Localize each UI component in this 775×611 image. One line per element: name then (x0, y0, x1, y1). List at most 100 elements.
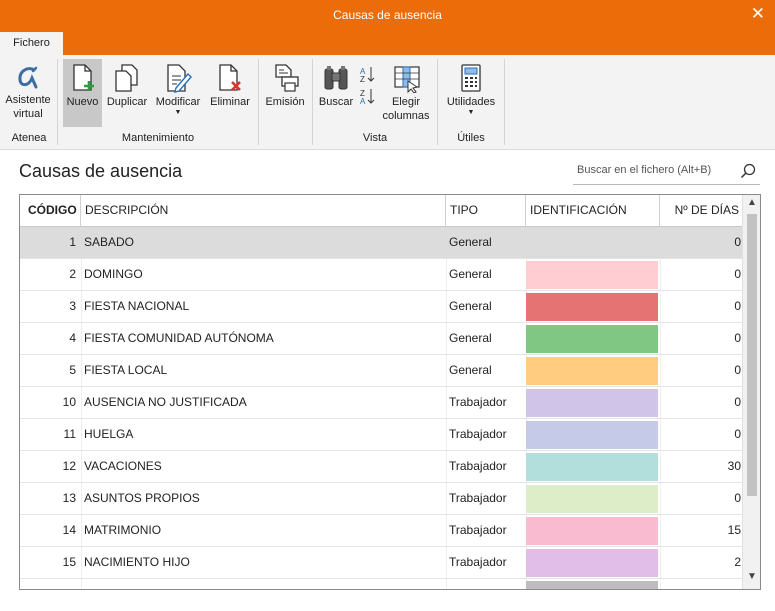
svg-text:A: A (360, 97, 366, 106)
identification-color-swatch (526, 549, 658, 577)
cell-tipo: General (449, 235, 492, 249)
cell-dias: 0 (734, 331, 741, 345)
cell-descripcion: ASUNTOS PROPIOS (84, 491, 200, 505)
cell-dias: 0 (734, 363, 741, 377)
table-row[interactable]: 1 SABADO General 0 (20, 227, 742, 259)
column-header-identificacion[interactable]: IDENTIFICACIÓN (526, 195, 660, 226)
data-grid: CÓDIGO DESCRIPCIÓN TIPO IDENTIFICACIÓN N… (19, 194, 761, 590)
cell-descripcion: DOMINGO (84, 267, 143, 281)
table-row[interactable]: 13 ASUNTOS PROPIOS Trabajador 0 (20, 483, 742, 515)
cell-descripcion: MATRIMONIO (84, 523, 162, 537)
table-header: CÓDIGO DESCRIPCIÓN TIPO IDENTIFICACIÓN N… (20, 195, 742, 227)
vertical-scrollbar[interactable]: ▲ ▼ (742, 195, 760, 589)
duplicar-button[interactable]: Duplicar (104, 59, 150, 127)
cell-codigo: 13 (62, 491, 76, 505)
table-row[interactable]: 4 FIESTA COMUNIDAD AUTÓNOMA General 0 (20, 323, 742, 355)
modificar-button[interactable]: Modificar ▼ (152, 59, 204, 127)
cell-descripcion: FIESTA COMUNIDAD AUTÓNOMA (84, 331, 274, 345)
table-row[interactable]: 10 AUSENCIA NO JUSTIFICADA Trabajador 0 (20, 387, 742, 419)
identification-color-swatch (526, 453, 658, 481)
cell-codigo: 5 (69, 363, 76, 377)
delete-document-icon (219, 64, 241, 91)
sort-icon: A Z Z A (360, 67, 375, 106)
search-box (573, 160, 760, 185)
cell-dias: 0 (734, 267, 741, 281)
table-row[interactable]: 12 VACACIONES Trabajador 30 (20, 451, 742, 483)
group-separator (312, 59, 313, 145)
asistente-line2: virtual (13, 108, 43, 120)
identification-color-swatch (526, 357, 658, 385)
cell-descripcion: HUELGA (84, 427, 134, 441)
edit-document-icon (167, 64, 192, 93)
table-body: 1 SABADO General 0 2 DOMINGO General 0 3 FIESTA N… (20, 227, 742, 589)
cell-tipo: General (449, 331, 492, 345)
identification-color-swatch (526, 293, 658, 321)
identification-color-swatch (526, 581, 658, 589)
table-row[interactable]: 2 DOMINGO General 0 (20, 259, 742, 291)
group-label-atenea: Atenea (11, 132, 47, 144)
cell-descripcion: NACIMIENTO HIJO (84, 555, 190, 569)
identification-color-swatch (526, 421, 658, 449)
column-header-tipo[interactable]: TIPO (446, 195, 526, 226)
sort-button[interactable]: A Z Z A (356, 59, 378, 127)
column-header-descripcion[interactable]: DESCRIPCIÓN (81, 195, 446, 226)
column-header-codigo[interactable]: CÓDIGO (20, 195, 81, 226)
cell-codigo: 4 (69, 331, 76, 345)
table-row[interactable]: 3 FIESTA NACIONAL General 0 (20, 291, 742, 323)
close-icon[interactable]: ✕ (751, 4, 765, 24)
scroll-up-icon[interactable]: ▲ (743, 197, 760, 213)
asistente-virtual-button[interactable]: Asistente virtual (2, 59, 54, 127)
search-input[interactable] (577, 164, 727, 176)
search-icon[interactable] (740, 163, 756, 179)
nuevo-button[interactable]: Nuevo (63, 59, 102, 127)
table-row[interactable]: 14 MATRIMONIO Trabajador 15 (20, 515, 742, 547)
buscar-button[interactable]: Buscar (316, 59, 356, 127)
svg-text:Z: Z (360, 75, 365, 84)
eliminar-button[interactable]: Eliminar (206, 59, 254, 127)
utilidades-dropdown-icon: ▼ (467, 109, 475, 116)
cell-codigo: 10 (62, 395, 76, 409)
atenea-alpha-icon (18, 66, 38, 89)
tab-fichero[interactable]: Fichero (0, 32, 63, 55)
identification-color-swatch (526, 229, 658, 257)
scrollbar-thumb[interactable] (747, 214, 757, 496)
table-row[interactable] (20, 579, 742, 589)
cell-codigo: 2 (69, 267, 76, 281)
modificar-dropdown-icon: ▼ (174, 109, 182, 116)
elegir-line1: Elegir (391, 96, 421, 108)
emision-button[interactable]: Emisión (262, 59, 308, 127)
cell-dias: 0 (734, 491, 741, 505)
scroll-down-icon[interactable]: ▼ (743, 571, 760, 587)
identification-color-swatch (526, 485, 658, 513)
emision-label: Emisión (265, 96, 305, 108)
cell-tipo: General (449, 299, 492, 313)
ribbon-tab-bar: Fichero (0, 32, 775, 55)
table-row[interactable]: 5 FIESTA LOCAL General 0 (20, 355, 742, 387)
table-row[interactable]: 11 HUELGA Trabajador 0 (20, 419, 742, 451)
elegir-columnas-button[interactable]: Elegir columnas (380, 59, 432, 127)
columns-icon (394, 66, 420, 93)
cell-tipo: General (449, 363, 492, 377)
table-row[interactable]: 15 NACIMIENTO HIJO Trabajador 2 (20, 547, 742, 579)
cell-codigo: 12 (62, 459, 76, 473)
group-separator (437, 59, 438, 145)
identification-color-swatch (526, 261, 658, 289)
utilidades-button[interactable]: Utilidades ▼ (442, 59, 500, 127)
cell-tipo: Trabajador (449, 555, 507, 569)
cell-codigo: 15 (62, 555, 76, 569)
cell-dias: 2 (734, 555, 741, 569)
new-document-icon (72, 64, 94, 91)
group-separator (504, 59, 505, 145)
cell-dias: 0 (734, 235, 741, 249)
cell-codigo: 1 (69, 235, 76, 249)
identification-color-swatch (526, 517, 658, 545)
cell-codigo: 14 (62, 523, 76, 537)
cell-tipo: Trabajador (449, 427, 507, 441)
buscar-label: Buscar (318, 96, 354, 108)
cell-dias: 0 (734, 299, 741, 313)
cell-tipo: General (449, 267, 492, 281)
elegir-line2: columnas (382, 110, 430, 122)
cell-tipo: Trabajador (449, 523, 507, 537)
cell-descripcion (84, 579, 442, 589)
column-header-dias[interactable]: Nº DE DÍAS (660, 195, 742, 226)
